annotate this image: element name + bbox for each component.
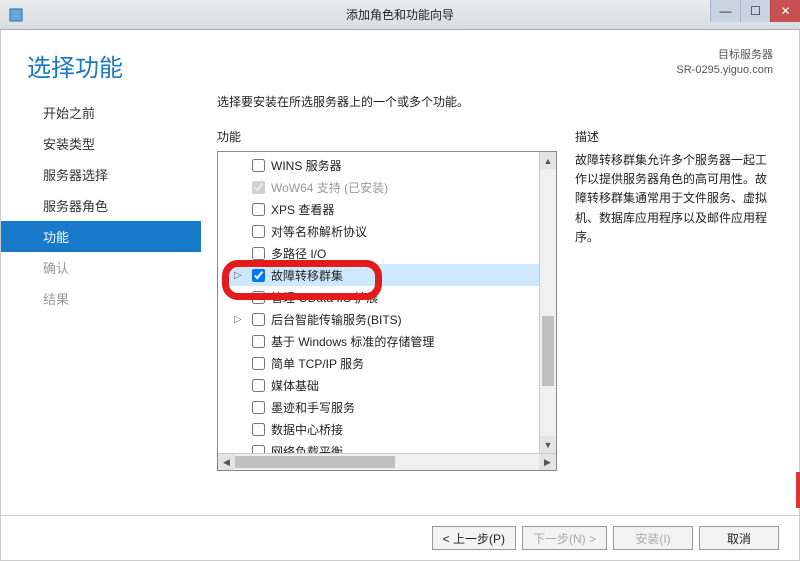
- scroll-up-button[interactable]: ▲: [540, 152, 556, 169]
- feature-checkbox[interactable]: [252, 335, 265, 348]
- features-scroll-area: WINS 服务器 WoW64 支持 (已安装) XPS 查看器对等名称解析协议多路径…: [218, 152, 556, 453]
- feature-item[interactable]: 多路径 I/O: [228, 242, 556, 264]
- sidebar-item-3[interactable]: 服务器角色: [1, 190, 201, 221]
- description-text: 故障转移群集允许多个服务器一起工作以提供服务器角色的高可用性。故障转移群集通常用…: [575, 151, 773, 247]
- feature-label: 多路径 I/O: [271, 245, 326, 262]
- feature-item[interactable]: WINS 服务器: [228, 154, 556, 176]
- server-label: 目标服务器: [676, 48, 773, 63]
- feature-label: WINS 服务器: [271, 157, 342, 174]
- feature-label: XPS 查看器: [271, 201, 334, 218]
- feature-checkbox: [252, 181, 265, 194]
- feature-label: 数据中心桥接: [271, 421, 343, 438]
- feature-item[interactable]: 基于 Windows 标准的存储管理: [228, 330, 556, 352]
- description-label: 描述: [575, 128, 773, 145]
- feature-label: 故障转移群集: [271, 267, 343, 284]
- feature-item[interactable]: WoW64 支持 (已安装): [228, 176, 556, 198]
- feature-checkbox[interactable]: [252, 203, 265, 216]
- sidebar-item-2[interactable]: 服务器选择: [1, 159, 201, 190]
- header-row: 选择功能 目标服务器 SR-0295.yiguo.com: [1, 30, 799, 93]
- hscroll-track[interactable]: [235, 454, 539, 470]
- feature-item[interactable]: 媒体基础: [228, 374, 556, 396]
- feature-item[interactable]: 管理 OData IIS 扩展: [228, 286, 556, 308]
- vscroll-track[interactable]: [540, 169, 556, 436]
- sidebar-item-6: 结果: [1, 283, 201, 314]
- sidebar-item-0[interactable]: 开始之前: [1, 97, 201, 128]
- feature-checkbox[interactable]: [252, 379, 265, 392]
- server-name: SR-0295.yiguo.com: [676, 63, 773, 78]
- feature-label: 管理 OData IIS 扩展: [271, 289, 378, 306]
- previous-button[interactable]: < 上一步(P): [432, 526, 516, 550]
- columns: 功能 WINS 服务器 WoW64 支持 (已安装) XPS 查看器对等名称解析协议…: [217, 128, 773, 515]
- wizard-content: 选择功能 目标服务器 SR-0295.yiguo.com 开始之前安装类型服务器…: [0, 30, 800, 561]
- expand-icon[interactable]: ▷: [234, 314, 246, 325]
- feature-checkbox[interactable]: [252, 445, 265, 454]
- sidebar-item-5: 确认: [1, 252, 201, 283]
- horizontal-scrollbar[interactable]: ◀ ▶: [218, 453, 556, 470]
- titlebar: 添加角色和功能向导 — ☐ ✕: [0, 0, 800, 30]
- feature-item[interactable]: ▷ 后台智能传输服务(BITS): [228, 308, 556, 330]
- feature-item[interactable]: ▷ 故障转移群集: [228, 264, 556, 286]
- sidebar-item-1[interactable]: 安装类型: [1, 128, 201, 159]
- app-icon: [8, 7, 24, 23]
- expand-icon[interactable]: ▷: [234, 270, 246, 281]
- feature-label: 后台智能传输服务(BITS): [271, 311, 402, 328]
- sidebar-item-4[interactable]: 功能: [1, 221, 201, 252]
- feature-checkbox[interactable]: [252, 247, 265, 260]
- hscroll-thumb[interactable]: [235, 456, 395, 468]
- minimize-button[interactable]: —: [710, 0, 740, 22]
- page-title: 选择功能: [27, 48, 123, 83]
- features-column: 功能 WINS 服务器 WoW64 支持 (已安装) XPS 查看器对等名称解析协议…: [217, 128, 557, 515]
- feature-checkbox[interactable]: [252, 269, 265, 282]
- maximize-button[interactable]: ☐: [740, 0, 770, 22]
- feature-item[interactable]: 网络负载平衡: [228, 440, 556, 453]
- feature-checkbox[interactable]: [252, 225, 265, 238]
- feature-checkbox[interactable]: [252, 159, 265, 172]
- cancel-button[interactable]: 取消: [699, 526, 779, 550]
- feature-checkbox[interactable]: [252, 313, 265, 326]
- feature-label: 对等名称解析协议: [271, 223, 367, 240]
- scroll-right-button[interactable]: ▶: [539, 454, 556, 470]
- feature-label: 墨迹和手写服务: [271, 399, 355, 416]
- close-button[interactable]: ✕: [770, 0, 800, 22]
- feature-item[interactable]: 对等名称解析协议: [228, 220, 556, 242]
- vertical-scrollbar[interactable]: ▲ ▼: [539, 152, 556, 453]
- feature-checkbox[interactable]: [252, 357, 265, 370]
- install-button[interactable]: 安装(I): [613, 526, 693, 550]
- features-list: WINS 服务器 WoW64 支持 (已安装) XPS 查看器对等名称解析协议多路径…: [218, 152, 556, 453]
- scroll-down-button[interactable]: ▼: [540, 436, 556, 453]
- features-label: 功能: [217, 128, 557, 145]
- description-column: 描述 故障转移群集允许多个服务器一起工作以提供服务器角色的高可用性。故障转移群集…: [575, 128, 773, 515]
- vscroll-thumb[interactable]: [542, 316, 554, 386]
- feature-label: 简单 TCP/IP 服务: [271, 355, 364, 372]
- right-edge-marker: [796, 472, 800, 508]
- scroll-left-button[interactable]: ◀: [218, 454, 235, 470]
- feature-label: 媒体基础: [271, 377, 319, 394]
- feature-label: 网络负载平衡: [271, 443, 343, 454]
- feature-item[interactable]: 简单 TCP/IP 服务: [228, 352, 556, 374]
- server-info: 目标服务器 SR-0295.yiguo.com: [676, 48, 773, 79]
- feature-checkbox[interactable]: [252, 423, 265, 436]
- main-panel: 选择要安装在所选服务器上的一个或多个功能。 功能 WINS 服务器 WoW64 支…: [201, 93, 773, 515]
- feature-item[interactable]: 墨迹和手写服务: [228, 396, 556, 418]
- instruction-text: 选择要安装在所选服务器上的一个或多个功能。: [217, 93, 773, 110]
- feature-item[interactable]: 数据中心桥接: [228, 418, 556, 440]
- features-tree-box: WINS 服务器 WoW64 支持 (已安装) XPS 查看器对等名称解析协议多路径…: [217, 151, 557, 471]
- feature-label: 基于 Windows 标准的存储管理: [271, 333, 434, 350]
- feature-item[interactable]: XPS 查看器: [228, 198, 556, 220]
- window-title: 添加角色和功能向导: [346, 6, 454, 23]
- sidebar: 开始之前安装类型服务器选择服务器角色功能确认结果: [1, 93, 201, 515]
- feature-checkbox[interactable]: [252, 291, 265, 304]
- feature-checkbox[interactable]: [252, 401, 265, 414]
- next-button[interactable]: 下一步(N) >: [522, 526, 607, 550]
- window-controls: — ☐ ✕: [710, 0, 800, 22]
- body-row: 开始之前安装类型服务器选择服务器角色功能确认结果 选择要安装在所选服务器上的一个…: [1, 93, 799, 515]
- footer-row: < 上一步(P) 下一步(N) > 安装(I) 取消: [1, 515, 799, 560]
- feature-label: WoW64 支持 (已安装): [271, 179, 388, 196]
